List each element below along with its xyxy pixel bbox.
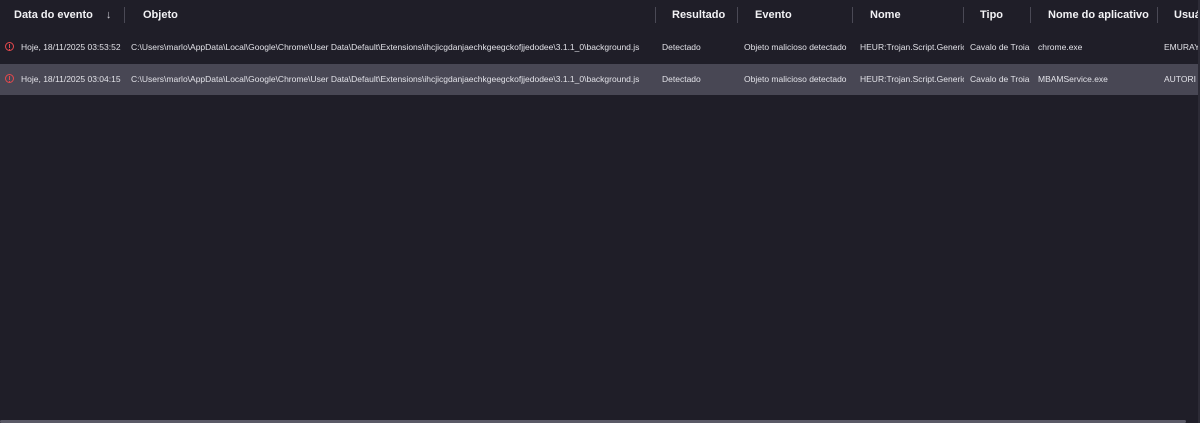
- cell-event: Objeto malicioso detectado: [744, 42, 847, 52]
- column-header-type-label: Tipo: [980, 9, 1004, 21]
- column-header-result-label: Resultado: [672, 9, 726, 21]
- cell-app-name: chrome.exe: [1038, 42, 1083, 52]
- cell-result: Detectado: [662, 74, 701, 84]
- column-divider[interactable]: [963, 7, 964, 23]
- cell-object: C:\Users\marlo\AppData\Local\Google\Chro…: [131, 74, 640, 84]
- events-table: Data do evento ↓ Objeto Resultado Evento…: [0, 0, 1200, 423]
- cell-name: HEUR:Trojan.Script.Generic: [860, 42, 964, 52]
- column-header-object-label: Objeto: [143, 9, 178, 21]
- column-header-date[interactable]: Data do evento ↓: [14, 0, 111, 31]
- column-divider[interactable]: [852, 7, 853, 23]
- column-header-user[interactable]: Usuá: [1174, 0, 1200, 31]
- table-row[interactable]: Hoje, 18/11/2025 03:53:52 C:\Users\marlo…: [0, 32, 1200, 63]
- cell-event: Objeto malicioso detectado: [744, 74, 847, 84]
- column-header-result[interactable]: Resultado: [672, 0, 725, 31]
- cell-user: EMURAY: [1164, 42, 1200, 52]
- cell-object: C:\Users\marlo\AppData\Local\Google\Chro…: [131, 42, 640, 52]
- cell-name: HEUR:Trojan.Script.Generic: [860, 74, 964, 84]
- column-header-name[interactable]: Nome: [870, 0, 901, 31]
- column-header-app-name[interactable]: Nome do aplicativo: [1048, 0, 1149, 31]
- warning-circle-icon: [5, 42, 14, 51]
- column-header-name-label: Nome: [870, 9, 901, 21]
- column-header-object[interactable]: Objeto: [143, 0, 178, 31]
- column-header-type[interactable]: Tipo: [980, 0, 1003, 31]
- column-header-user-label: Usuá: [1174, 9, 1200, 21]
- cell-date: Hoje, 18/11/2025 03:04:15: [21, 74, 121, 84]
- cell-result: Detectado: [662, 42, 701, 52]
- column-divider[interactable]: [1157, 7, 1158, 23]
- cell-type: Cavalo de Troia: [970, 74, 1030, 84]
- column-divider[interactable]: [1030, 7, 1031, 23]
- column-header-event-label: Evento: [755, 9, 792, 21]
- cell-date: Hoje, 18/11/2025 03:53:52: [21, 42, 121, 52]
- column-divider[interactable]: [124, 7, 125, 23]
- column-header-event[interactable]: Evento: [755, 0, 792, 31]
- arrow-down-icon[interactable]: ↓: [106, 0, 112, 31]
- cell-type: Cavalo de Troia: [970, 42, 1030, 52]
- column-header-app-name-label: Nome do aplicativo: [1048, 9, 1149, 21]
- cell-app-name: MBAMService.exe: [1038, 74, 1108, 84]
- column-divider[interactable]: [737, 7, 738, 23]
- warning-circle-icon: [5, 74, 14, 83]
- column-divider[interactable]: [655, 7, 656, 23]
- table-row[interactable]: Hoje, 18/11/2025 03:04:15 C:\Users\marlo…: [0, 64, 1200, 95]
- table-header: Data do evento ↓ Objeto Resultado Evento…: [0, 0, 1200, 31]
- cell-user: AUTORI: [1164, 74, 1196, 84]
- column-header-date-label: Data do evento: [14, 9, 93, 21]
